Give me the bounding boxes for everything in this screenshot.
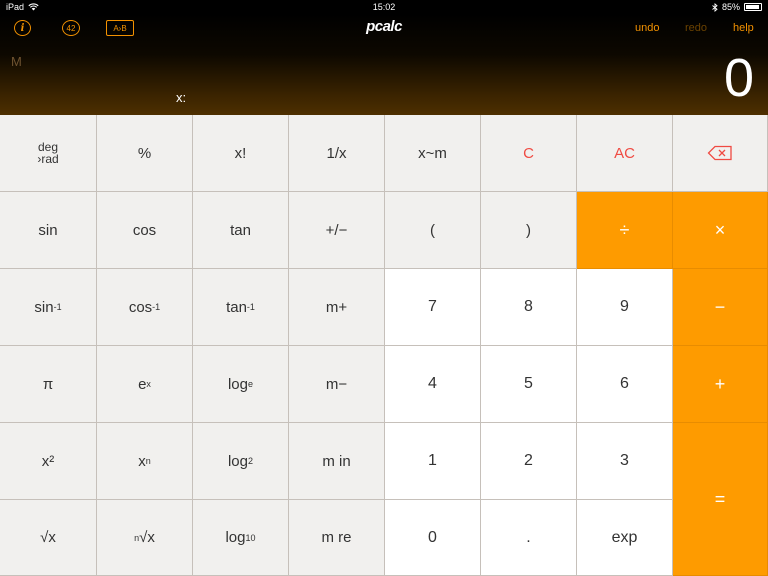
left-paren-key[interactable]: ( [385, 192, 481, 269]
power-key[interactable]: xn [97, 423, 193, 500]
keypad: deg ›rad % x! 1/x x~m C AC sin cos tan +… [0, 115, 768, 576]
backspace-key[interactable] [673, 115, 768, 192]
right-paren-key[interactable]: ) [481, 192, 577, 269]
reciprocal-key[interactable]: 1/x [289, 115, 385, 192]
ln-label: log [227, 375, 248, 393]
exp-e-label: e [138, 375, 147, 393]
log2-sub: 2 [248, 456, 254, 466]
clear-key[interactable]: C [481, 115, 577, 192]
log10-sub: 10 [245, 532, 256, 543]
digit-2-key[interactable]: 2 [481, 423, 577, 500]
x-register-label: x: [176, 90, 187, 105]
display-value: 0 [723, 48, 754, 108]
digit-8-key[interactable]: 8 [481, 269, 577, 346]
memory-in-key[interactable]: m in [289, 423, 385, 500]
digit-0-key[interactable]: 0 [385, 500, 481, 576]
memory-indicator: M [11, 54, 22, 69]
nth-root-label: √x [139, 529, 155, 546]
battery-percent: 85% [721, 2, 740, 12]
plus-key[interactable]: + [673, 346, 768, 423]
exp-e-sup: x [146, 379, 151, 389]
digit-1-key[interactable]: 1 [385, 423, 481, 500]
sin-key[interactable]: sin [0, 192, 97, 269]
square-key[interactable]: x² [0, 423, 97, 500]
rad-label: ›rad [37, 152, 59, 166]
multiply-key[interactable]: × [673, 192, 768, 269]
equals-key[interactable]: = [673, 423, 768, 576]
digit-3-key[interactable]: 3 [577, 423, 673, 500]
deg-rad-key[interactable]: deg ›rad [0, 115, 97, 192]
undo-button[interactable]: undo [635, 22, 659, 34]
memory-minus-key[interactable]: m− [289, 346, 385, 423]
status-time: 15:02 [372, 2, 396, 12]
memory-plus-key[interactable]: m+ [289, 269, 385, 346]
log2-label: log [227, 452, 248, 470]
help-button[interactable]: help [733, 22, 754, 34]
sign-key[interactable]: +/− [289, 192, 385, 269]
calculator-display: i 42 A›B pcalc undo redo help M x: 0 [0, 14, 768, 115]
pi-key[interactable]: π [0, 346, 97, 423]
power-label: x [138, 452, 146, 470]
log10-label: log [225, 529, 246, 546]
bluetooth-icon [712, 2, 718, 12]
exponent-key[interactable]: exp [577, 500, 673, 576]
power-sup: n [145, 456, 151, 466]
log2-key[interactable]: log 2 [193, 423, 289, 500]
digit-6-key[interactable]: 6 [577, 346, 673, 423]
toolbar: i 42 A›B pcalc undo redo help [0, 14, 768, 44]
percent-key[interactable]: % [97, 115, 193, 192]
tan-key[interactable]: tan [193, 192, 289, 269]
acos-sup: -1 [152, 302, 161, 312]
digit-7-key[interactable]: 7 [385, 269, 481, 346]
asin-label: sin [34, 298, 54, 316]
log10-key[interactable]: log 10 [193, 500, 289, 576]
backspace-icon [707, 145, 732, 161]
atan-sup: -1 [246, 302, 255, 312]
asin-key[interactable]: sin -1 [0, 269, 97, 346]
memory-recall-key[interactable]: m re [289, 500, 385, 576]
decimal-point-key[interactable]: . [481, 500, 577, 576]
atan-key[interactable]: tan -1 [193, 269, 289, 346]
swap-memory-key[interactable]: x~m [385, 115, 481, 192]
acos-key[interactable]: cos -1 [97, 269, 193, 346]
digit-9-key[interactable]: 9 [577, 269, 673, 346]
factorial-key[interactable]: x! [193, 115, 289, 192]
status-bar: iPad 15:02 85% [0, 0, 768, 14]
status-right: 85% [712, 2, 762, 12]
redo-button[interactable]: redo [685, 22, 707, 34]
divide-key[interactable]: ÷ [577, 192, 673, 269]
all-clear-key[interactable]: AC [577, 115, 673, 192]
exp-e-key[interactable]: ex [97, 346, 193, 423]
acos-label: cos [128, 298, 153, 316]
cos-key[interactable]: cos [97, 192, 193, 269]
nth-root-key[interactable]: n √x [97, 500, 193, 576]
minus-key[interactable]: − [673, 269, 768, 346]
atan-label: tan [226, 298, 247, 316]
battery-icon [744, 3, 762, 11]
deg-rad-label: deg ›rad [37, 141, 58, 165]
digit-5-key[interactable]: 5 [481, 346, 577, 423]
sqrt-key[interactable]: √x [0, 500, 97, 576]
digit-4-key[interactable]: 4 [385, 346, 481, 423]
ln-sub: e [248, 379, 254, 389]
asin-sup: -1 [53, 302, 62, 312]
ln-key[interactable]: log e [193, 346, 289, 423]
